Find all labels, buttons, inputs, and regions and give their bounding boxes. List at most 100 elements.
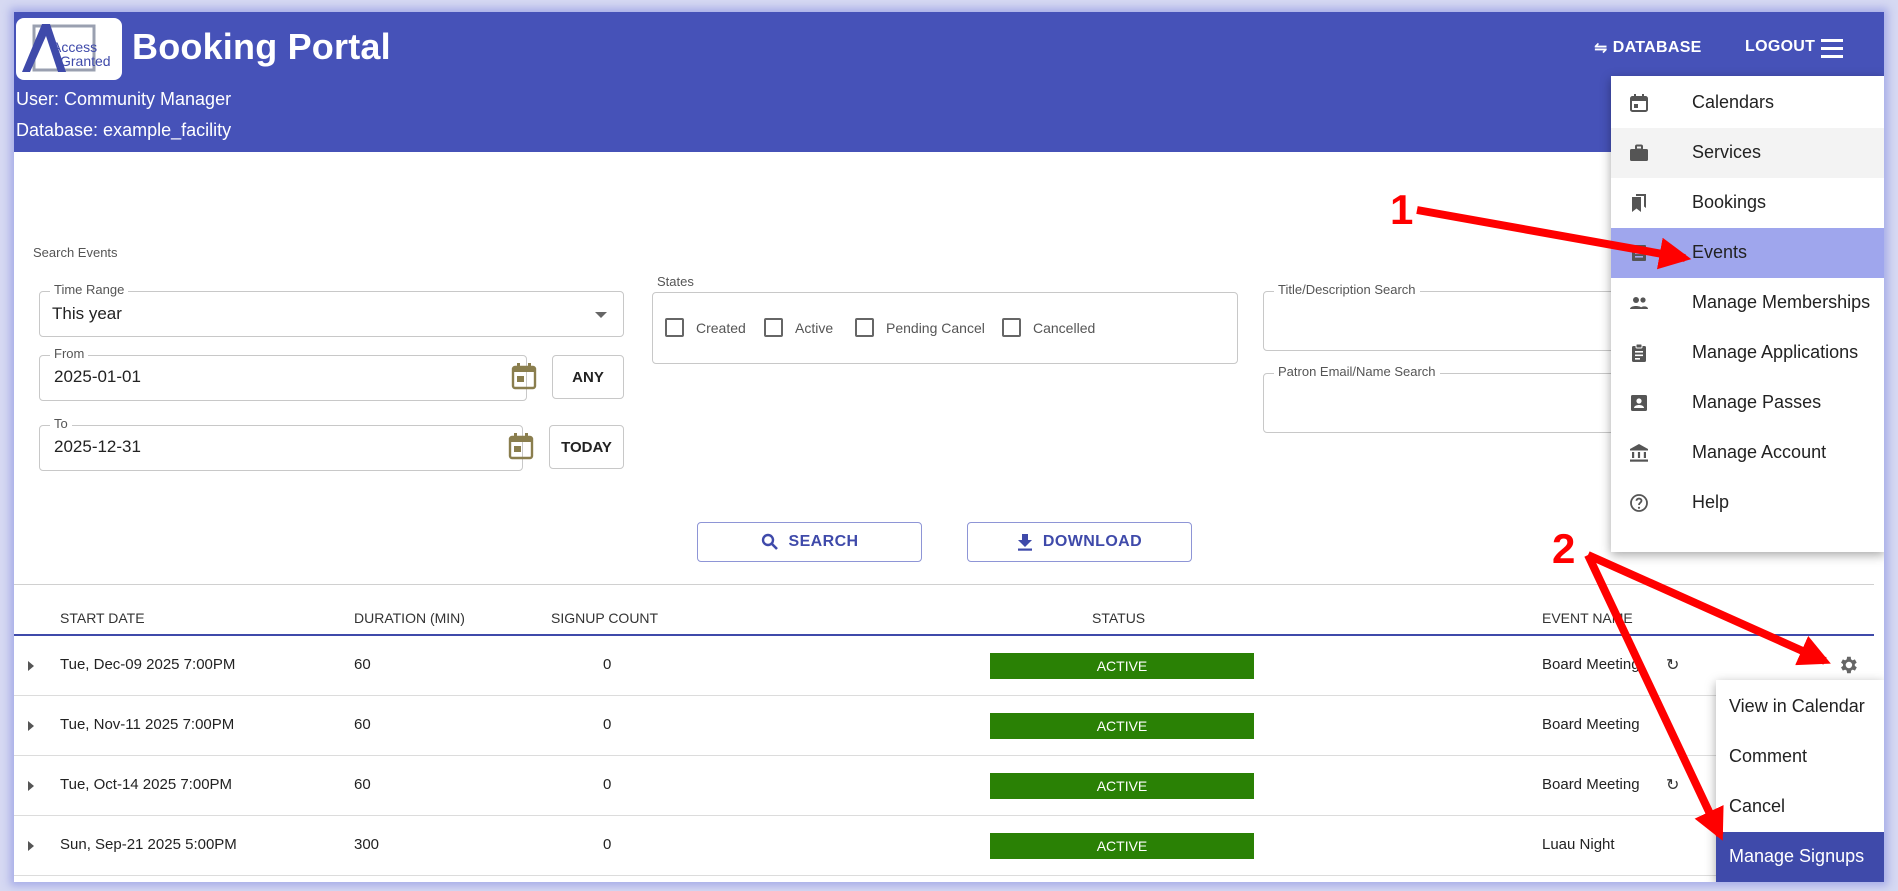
search-icon — [761, 533, 778, 550]
state-option-label: Created — [696, 319, 746, 336]
checkbox-unchecked-icon — [1002, 318, 1021, 337]
to-date-input[interactable]: To 2025-12-31 — [39, 416, 523, 471]
state-option-label: Pending Cancel — [886, 319, 985, 336]
download-button[interactable]: DOWNLOAD — [967, 522, 1192, 562]
nav-item-manage-memberships[interactable]: Manage Memberships — [1611, 278, 1884, 328]
from-date-input[interactable]: From 2025-01-01 — [39, 346, 527, 401]
expand-row-icon[interactable] — [28, 661, 34, 671]
from-date-value: 2025-01-01 — [54, 367, 141, 386]
nav-item-label: Manage Applications — [1692, 342, 1859, 362]
cell-start-date: Tue, Nov-11 2025 7:00PM — [60, 716, 235, 733]
gear-icon[interactable] — [1837, 654, 1859, 676]
states-label: States — [657, 274, 694, 289]
menu-item-cancel[interactable]: Cancel — [1716, 782, 1884, 832]
recurring-icon: ↻ — [1666, 777, 1680, 794]
search-button-label: SEARCH — [788, 533, 859, 550]
cell-signup-count: 0 — [603, 716, 612, 733]
menu-item-view-in-calendar[interactable]: View in Calendar — [1716, 682, 1884, 732]
nav-item-services[interactable]: Services — [1611, 128, 1884, 178]
status-badge: ACTIVE — [990, 833, 1254, 859]
search-events-label: Search Events — [33, 245, 118, 260]
table-row[interactable]: Tue, Nov-11 2025 7:00PM 60 0 ACTIVE Boar… — [14, 696, 1874, 756]
title-description-search-input[interactable]: Title/Description Search — [1263, 282, 1643, 351]
nav-item-manage-passes[interactable]: Manage Passes — [1611, 378, 1884, 428]
column-header-status[interactable]: STATUS — [1092, 610, 1145, 626]
app-window: Access Granted Booking Portal User: Comm… — [14, 12, 1884, 882]
bank-icon — [1630, 444, 1648, 462]
cell-duration: 60 — [354, 656, 371, 673]
state-checkbox-created[interactable]: Created — [665, 318, 746, 337]
nav-item-label: Bookings — [1692, 192, 1767, 212]
annotation-step-1: 1 — [1390, 186, 1414, 233]
cell-event-name: Board Meeting — [1542, 716, 1640, 733]
patron-search-input[interactable]: Patron Email/Name Search — [1263, 364, 1643, 433]
hamburger-menu-icon[interactable] — [1821, 39, 1845, 61]
app-header: Access Granted Booking Portal User: Comm… — [14, 12, 1884, 152]
state-option-label: Active — [795, 319, 834, 336]
status-badge: ACTIVE — [990, 773, 1254, 799]
table-row[interactable]: Tue, Oct-14 2025 7:00PM 60 0 ACTIVE Boar… — [14, 756, 1874, 816]
help-circle-icon — [1630, 494, 1648, 512]
expand-row-icon[interactable] — [28, 721, 34, 731]
people-icon — [1630, 297, 1648, 309]
access-granted-logo[interactable]: Access Granted — [16, 18, 122, 80]
cell-duration: 60 — [354, 776, 371, 793]
state-option-label: Cancelled — [1033, 319, 1096, 336]
cell-start-date: Sun, Sep-21 2025 5:00PM — [60, 836, 237, 853]
patron-search-label: Patron Email/Name Search — [1274, 364, 1440, 379]
state-checkbox-cancelled[interactable]: Cancelled — [1002, 318, 1095, 337]
nav-item-label: Services — [1692, 142, 1762, 162]
title-search-label: Title/Description Search — [1274, 282, 1420, 297]
state-checkbox-pending-cancel[interactable]: Pending Cancel — [855, 318, 985, 337]
calendar-icon[interactable] — [511, 362, 537, 390]
search-button[interactable]: SEARCH — [697, 522, 922, 562]
annotation-step-2: 2 — [1552, 525, 1576, 572]
status-badge: ACTIVE — [990, 713, 1254, 739]
menu-item-label: View in Calendar — [1729, 696, 1865, 716]
menu-item-label: Comment — [1729, 746, 1808, 766]
column-header-start-date[interactable]: START DATE — [60, 610, 145, 626]
section-divider — [14, 584, 1874, 585]
menu-item-manage-signups[interactable]: Manage Signups — [1716, 832, 1884, 882]
nav-item-calendars[interactable]: Calendars — [1611, 78, 1884, 128]
status-badge: ACTIVE — [990, 653, 1254, 679]
time-range-select[interactable]: Time Range This year — [39, 282, 624, 337]
logout-button[interactable]: LOGOUT — [1745, 38, 1815, 56]
calendar-icon[interactable] — [508, 432, 534, 460]
table-row[interactable]: Tue, Dec-09 2025 7:00PM 60 0 ACTIVE Boar… — [14, 636, 1874, 696]
cell-duration: 60 — [354, 716, 371, 733]
nav-item-help[interactable]: Help — [1611, 478, 1884, 528]
nav-item-label: Manage Memberships — [1692, 292, 1871, 312]
time-range-label: Time Range — [50, 282, 129, 297]
current-database-label: Database: example_facility — [16, 120, 232, 140]
nav-item-manage-account[interactable]: Manage Account — [1611, 428, 1884, 478]
nav-item-manage-applications[interactable]: Manage Applications — [1611, 328, 1884, 378]
download-icon — [1017, 534, 1032, 551]
expand-row-icon[interactable] — [28, 841, 34, 851]
row-action-menu: View in Calendar Comment Cancel Manage S… — [1716, 680, 1884, 882]
column-header-event-name[interactable]: EVENT NAME — [1542, 610, 1633, 626]
menu-item-comment[interactable]: Comment — [1716, 732, 1884, 782]
briefcase-icon — [1630, 144, 1648, 161]
expand-row-icon[interactable] — [28, 781, 34, 791]
column-header-signup-count[interactable]: SIGNUP COUNT — [551, 610, 658, 626]
cell-duration: 300 — [354, 836, 380, 853]
nav-item-label: Calendars — [1692, 92, 1775, 112]
id-badge-icon — [1631, 395, 1647, 411]
column-header-duration[interactable]: DURATION (MIN) — [354, 610, 465, 626]
cell-signup-count: 0 — [603, 836, 612, 853]
states-filter-group: Created Active Pending Cancel Cancelled — [652, 292, 1238, 364]
bookmarks-icon — [1632, 194, 1646, 212]
nav-item-bookings[interactable]: Bookings — [1611, 178, 1884, 228]
nav-item-events[interactable]: Events — [1611, 228, 1884, 278]
table-row[interactable]: Sun, Sep-21 2025 5:00PM 300 0 ACTIVE Lua… — [14, 816, 1874, 876]
today-date-button[interactable]: TODAY — [549, 425, 624, 469]
list-icon — [1632, 245, 1646, 261]
nav-item-label: Manage Account — [1692, 442, 1827, 462]
state-checkbox-active[interactable]: Active — [764, 318, 833, 337]
database-button[interactable]: ⇋ DATABASE — [1594, 38, 1702, 58]
cell-event-name: Luau Night — [1542, 836, 1615, 853]
any-date-button[interactable]: ANY — [552, 355, 624, 399]
swap-arrows-icon: ⇋ — [1594, 40, 1608, 57]
checkbox-unchecked-icon — [665, 318, 684, 337]
